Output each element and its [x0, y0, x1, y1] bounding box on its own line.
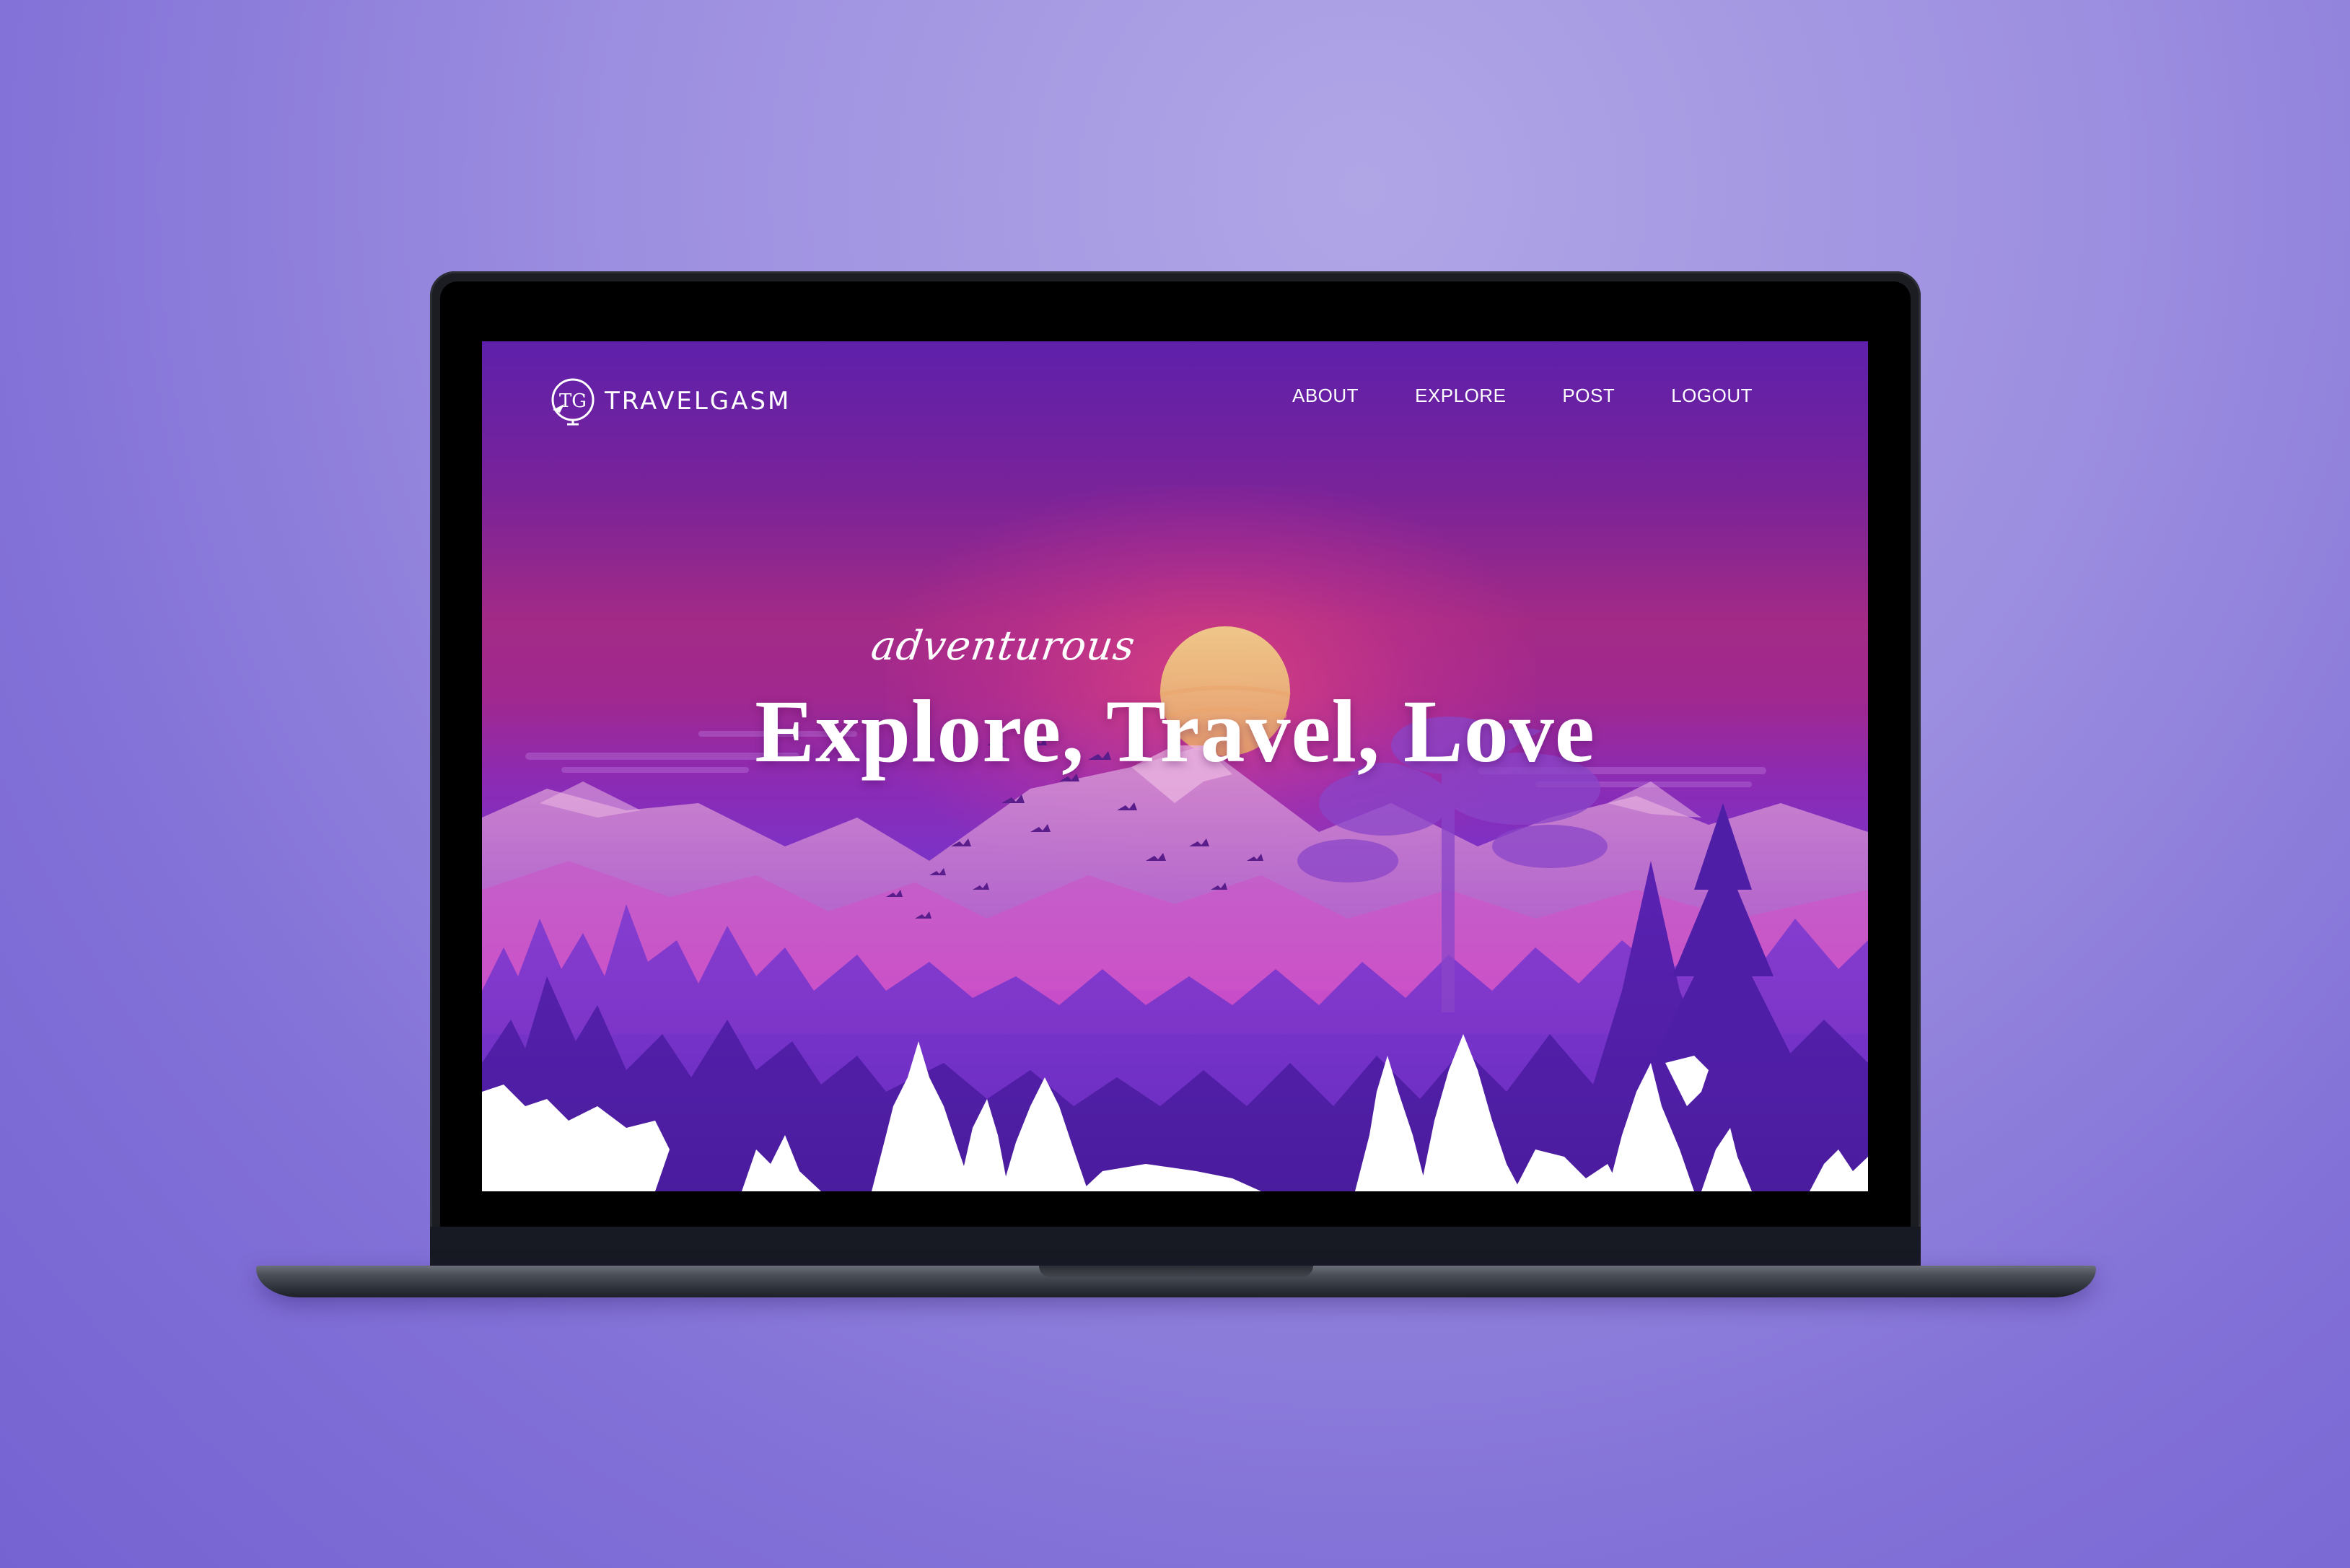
nav-about-link[interactable]: ABOUT [1292, 385, 1359, 407]
brand-logo[interactable]: TG TRAVELGASM [545, 373, 791, 429]
hero-script-text: adventurous [868, 623, 1139, 670]
nav-post-link[interactable]: POST [1562, 385, 1615, 407]
brand-name: TRAVELGASM [605, 387, 792, 416]
logo-monogram: TG [559, 390, 587, 412]
hero-title: Explore, Travel, Love [755, 682, 1595, 781]
laptop-chin [430, 1227, 1921, 1267]
main-nav: ABOUT EXPLORE POST LOGOUT [1292, 385, 1753, 407]
website-screen: TG TRAVELGASM ABOUT EXPLORE POST LOGOUT … [482, 341, 1868, 1191]
nav-explore-link[interactable]: EXPLORE [1415, 385, 1506, 407]
nav-logout-link[interactable]: LOGOUT [1671, 385, 1753, 407]
paper-plane-globe-icon: TG [545, 375, 597, 427]
laptop-notch [1039, 1266, 1313, 1277]
